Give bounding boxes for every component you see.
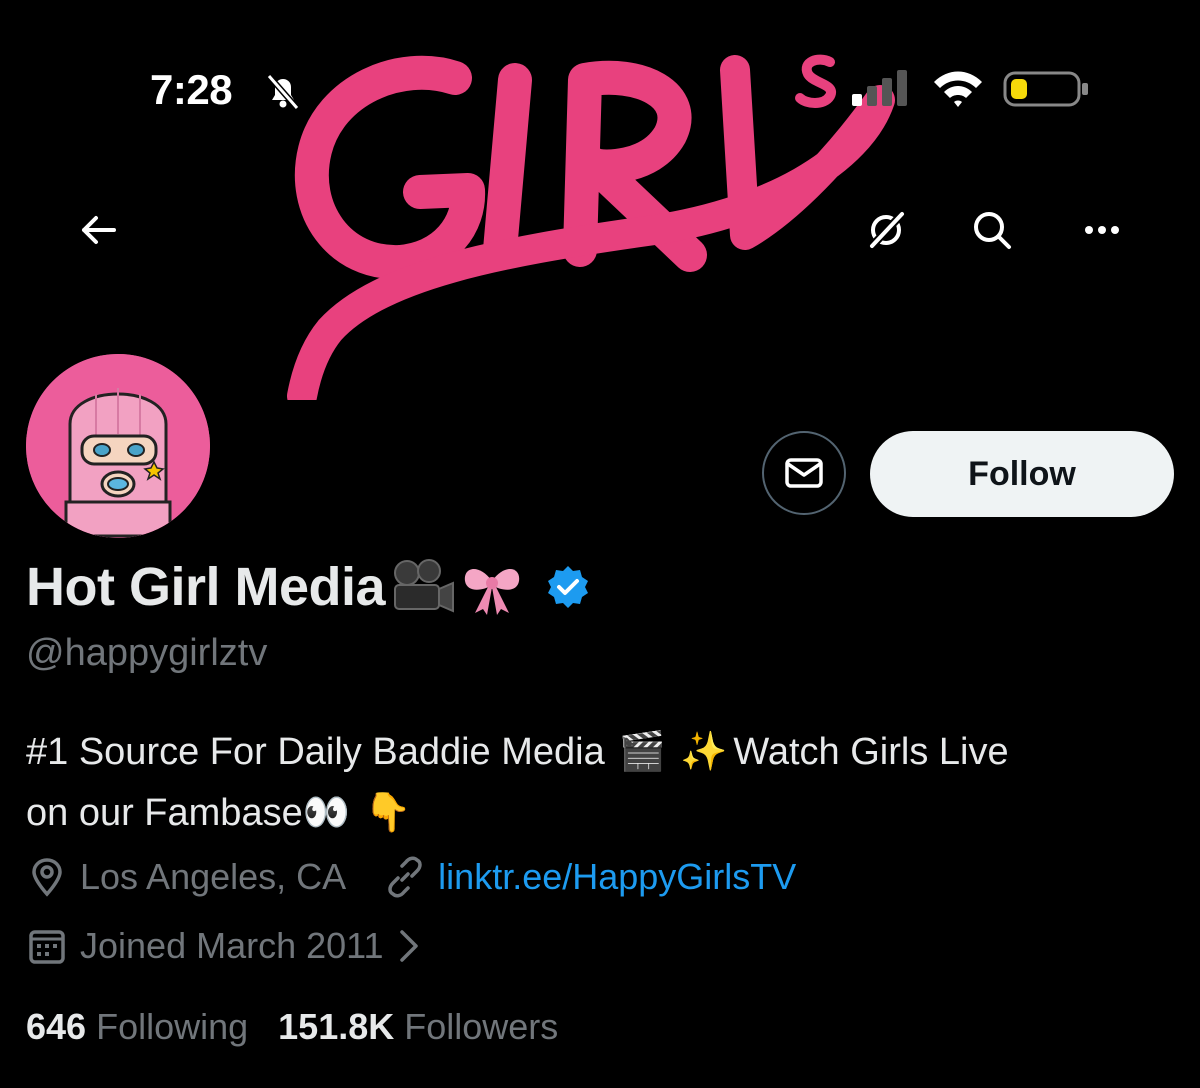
avatar[interactable] (24, 352, 212, 540)
more-horizontal-icon (1085, 226, 1119, 234)
search-button[interactable] (962, 200, 1022, 260)
more-button[interactable] (1072, 200, 1132, 260)
verified-badge-icon (548, 566, 589, 608)
ribbon-emoji (464, 568, 520, 615)
profile-joined-row[interactable]: Joined March 2011 (26, 925, 422, 967)
profile-page: 7:28 Follow Hot Girl Media @happygirlztv… (0, 0, 1200, 1088)
calendar-icon (29, 930, 65, 964)
followers-stat[interactable]: 151.8K Followers (278, 1006, 558, 1048)
bio-line-1: #1 Source For Daily Baddie Media 🎬 ✨ Wat… (26, 722, 1176, 783)
profile-location: Los Angeles, CA (80, 856, 347, 897)
eyes-emoji: 👀 (302, 792, 351, 834)
sparkles-emoji: ✨ (680, 731, 728, 773)
bell-slash-icon (266, 74, 300, 110)
back-button[interactable] (68, 200, 128, 260)
grok-button[interactable] (856, 200, 916, 260)
pointing-down-emoji: 👇 (364, 792, 412, 834)
status-time: 7:28 (150, 66, 233, 113)
followers-count: 151.8K (278, 1006, 395, 1047)
profile-handle: @happygirlztv (26, 632, 268, 674)
wifi-icon (934, 71, 982, 107)
profile-meta-row: Los Angeles, CA linktr.ee/HappyGirlsTV (26, 856, 796, 898)
profile-bio: #1 Source For Daily Baddie Media 🎬 ✨ Wat… (26, 722, 1176, 844)
following-label: Following (96, 1006, 249, 1047)
followers-label: Followers (404, 1006, 559, 1047)
following-stat[interactable]: 646 Following (26, 1006, 248, 1048)
arrow-left-icon (82, 216, 116, 244)
bio-text: Watch Girls Live (733, 731, 1009, 773)
battery-icon (1003, 71, 1088, 107)
message-button[interactable] (762, 431, 846, 515)
profile-joined-date: Joined March 2011 (80, 925, 384, 966)
grok-icon (869, 211, 905, 249)
mail-icon (785, 458, 823, 488)
link-icon (388, 856, 422, 898)
following-count: 646 (26, 1006, 87, 1047)
display-name-row: Hot Girl Media (26, 552, 591, 622)
display-name: Hot Girl Media (26, 557, 386, 617)
chevron-right-icon[interactable] (398, 926, 422, 966)
movie-camera-emoji (394, 559, 455, 613)
follow-button[interactable]: Follow (870, 431, 1174, 517)
profile-stats: 646 Following 151.8K Followers (26, 1006, 588, 1048)
clapper-board-emoji: 🎬 (618, 731, 667, 773)
location-pin-icon (32, 858, 62, 897)
bio-text: #1 Source For Daily Baddie Media (26, 731, 605, 773)
search-icon (974, 212, 1011, 249)
cellular-signal-icon (852, 70, 907, 106)
bio-line-2: on our Fambase 👀 👇 (26, 783, 1176, 844)
profile-website-link[interactable]: linktr.ee/HappyGirlsTV (438, 856, 796, 898)
bio-text: on our Fambase (26, 792, 303, 834)
